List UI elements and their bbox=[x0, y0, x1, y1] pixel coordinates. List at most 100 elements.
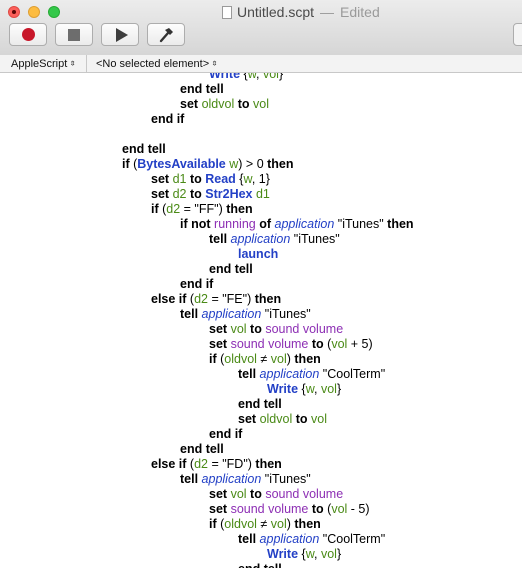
code-token: "iTunes" bbox=[261, 307, 311, 321]
code-line: tell application "iTunes" bbox=[180, 472, 311, 487]
code-token: tell bbox=[180, 472, 199, 486]
code-token: ( bbox=[186, 457, 195, 471]
code-token: then bbox=[226, 202, 253, 216]
code-token: sound volume bbox=[230, 502, 309, 516]
code-token: vol bbox=[331, 502, 348, 516]
code-line: end if bbox=[209, 427, 242, 442]
code-line: end tell bbox=[238, 562, 282, 568]
code-token: = "FE") bbox=[207, 292, 255, 306]
code-line: end tell bbox=[238, 397, 282, 412]
code-token: { bbox=[240, 73, 248, 81]
code-line: tell application "iTunes" bbox=[209, 232, 340, 247]
code-token: then bbox=[294, 517, 321, 531]
code-token: then bbox=[267, 157, 294, 171]
code-line: set d2 to Str2Hex d1 bbox=[151, 187, 270, 202]
window-title: Untitled.scpt — Edited bbox=[222, 3, 380, 21]
code-token: d2 bbox=[172, 187, 187, 201]
code-token: d2 bbox=[194, 457, 208, 471]
code-token: vol bbox=[270, 517, 287, 531]
script-editor[interactable]: Write {w, vol} end tell set oldvol to vol e… bbox=[0, 73, 522, 568]
show-sidebar-button[interactable] bbox=[513, 23, 522, 46]
code-token: oldvol bbox=[224, 517, 257, 531]
code-token: ≠ bbox=[256, 352, 271, 366]
code-token: } bbox=[278, 73, 284, 81]
code-token: oldvol bbox=[224, 352, 257, 366]
code-token: oldvol bbox=[201, 97, 235, 111]
code-token: , bbox=[256, 73, 263, 81]
code-token: set bbox=[151, 172, 170, 186]
code-token: "CoolTerm" bbox=[319, 532, 386, 546]
code-token: } bbox=[336, 547, 342, 561]
code-token: sound volume bbox=[230, 337, 309, 351]
code-line: Write {w, vol} bbox=[209, 73, 283, 82]
code-token: then bbox=[294, 352, 321, 366]
code-token: end tell bbox=[122, 142, 166, 156]
code-token: end if bbox=[151, 112, 185, 126]
window-titlebar: Untitled.scpt — Edited bbox=[0, 0, 522, 56]
code-line: end tell bbox=[180, 82, 224, 97]
stop-button[interactable] bbox=[55, 23, 93, 46]
element-popup[interactable]: <No selected element> ⇕ bbox=[96, 56, 218, 71]
code-token: if bbox=[209, 517, 217, 531]
code-token: tell bbox=[238, 532, 257, 546]
code-line: set oldvol to vol bbox=[238, 412, 327, 427]
code-line: set d1 to Read {w, 1} bbox=[151, 172, 270, 187]
code-token: ≠ bbox=[256, 517, 271, 531]
code-token: Write bbox=[267, 382, 299, 396]
code-token: end if bbox=[180, 277, 214, 291]
code-line: Write {w, vol} bbox=[267, 547, 341, 562]
compile-button[interactable] bbox=[147, 23, 185, 46]
code-token: application bbox=[201, 307, 262, 321]
code-token: vol bbox=[230, 322, 247, 336]
code-token: "CoolTerm" bbox=[319, 367, 386, 381]
code-line: set sound volume to (vol + 5) bbox=[209, 337, 373, 352]
code-token: running bbox=[214, 217, 256, 231]
code-token: to bbox=[237, 97, 250, 111]
zoom-window-button[interactable] bbox=[48, 6, 60, 18]
code-token: w bbox=[229, 157, 239, 171]
code-token: sound volume bbox=[265, 322, 344, 336]
code-token: "iTunes" bbox=[334, 217, 388, 231]
code-token: w bbox=[305, 382, 315, 396]
code-line: end tell bbox=[209, 262, 253, 277]
code-token: application bbox=[201, 472, 262, 486]
language-popup[interactable]: AppleScript ⇕ bbox=[11, 56, 76, 71]
code-token: oldvol bbox=[259, 412, 293, 426]
code-token: then bbox=[254, 292, 282, 306]
title-separator: — bbox=[320, 4, 335, 20]
close-window-button[interactable] bbox=[8, 6, 20, 18]
code-token: else if bbox=[151, 457, 187, 471]
code-token: to bbox=[250, 322, 262, 336]
code-token: application bbox=[259, 367, 320, 381]
code-line: tell application "iTunes" bbox=[180, 307, 311, 322]
code-line: if (oldvol ≠ vol) then bbox=[209, 352, 321, 367]
code-token: if bbox=[151, 202, 159, 216]
code-line: tell application "CoolTerm" bbox=[238, 532, 385, 547]
code-line: end if bbox=[151, 112, 184, 127]
minimize-window-button[interactable] bbox=[28, 6, 40, 18]
code-token: vol bbox=[331, 337, 348, 351]
code-token: to bbox=[311, 337, 324, 351]
code-line: if not running of application "iTunes" t… bbox=[180, 217, 414, 232]
code-line: launch bbox=[238, 247, 278, 262]
code-line: set vol to sound volume bbox=[209, 322, 343, 337]
code-line: set oldvol to vol bbox=[180, 97, 269, 112]
code-token: } bbox=[336, 382, 342, 396]
code-token: d1 bbox=[172, 172, 187, 186]
code-line: else if (d2 = "FD") then bbox=[151, 457, 282, 472]
code-token: "iTunes" bbox=[261, 472, 311, 486]
code-token: launch bbox=[238, 247, 279, 261]
code-token: end tell bbox=[238, 562, 282, 568]
code-token: Str2Hex bbox=[205, 187, 253, 201]
code-token: vol bbox=[320, 382, 337, 396]
code-token: vol bbox=[311, 412, 327, 426]
run-button[interactable] bbox=[101, 23, 139, 46]
code-token: to bbox=[295, 412, 308, 426]
code-token: set bbox=[238, 412, 257, 426]
code-token: else if bbox=[151, 292, 187, 306]
record-button[interactable] bbox=[9, 23, 47, 46]
code-token: to bbox=[311, 502, 324, 516]
code-token: sound volume bbox=[265, 487, 344, 501]
window-title-text: Untitled.scpt bbox=[237, 4, 315, 20]
popup-arrows-icon: ⇕ bbox=[211, 59, 218, 67]
